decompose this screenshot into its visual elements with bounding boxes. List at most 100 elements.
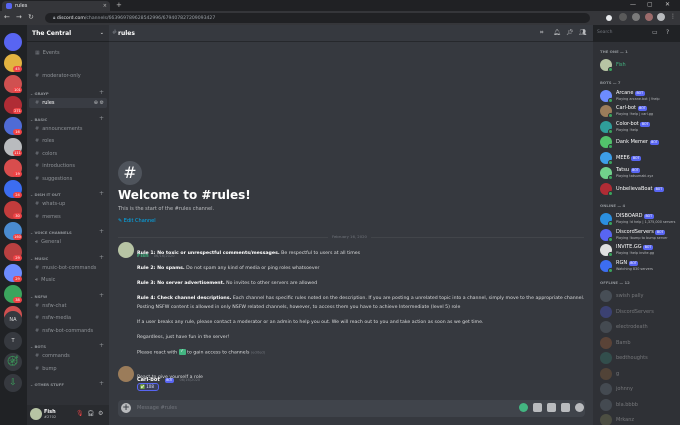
unread-badge: 24 (13, 192, 22, 198)
channel-item-music-bot-commands[interactable]: # music-bot-commands (29, 263, 107, 273)
search-input[interactable]: Search (594, 28, 640, 38)
message-text: Each channel has specific rules noted on… (231, 296, 585, 301)
help-icon[interactable]: ? (666, 29, 669, 36)
category-grayp[interactable]: ⌄ GRAYP (30, 91, 49, 96)
threads-icon[interactable]: ⌗ (540, 29, 543, 37)
unread-badge: 29 (13, 276, 22, 282)
unread-badge: 19 (13, 171, 22, 177)
channel-item-commands[interactable]: # commands (29, 351, 107, 361)
online-status-icon (608, 175, 613, 180)
member-name-text: bla.bbbb (616, 401, 638, 408)
download-apps-icon[interactable]: ⇩ (4, 374, 22, 392)
channel-item-nsfw-chat[interactable]: # nsfw-chat (29, 301, 107, 311)
guild-name: The Central (32, 30, 72, 37)
add-channel-icon[interactable]: + (99, 380, 104, 387)
members-icon[interactable]: 👥︎ (579, 29, 587, 36)
hash-icon: # (35, 315, 40, 321)
channel-item-nsfw-bot-commands[interactable]: # nsfw-bot-commands (29, 326, 107, 336)
member-name: Tatsu BOT (616, 167, 641, 173)
server-icon[interactable]: NA (4, 311, 22, 329)
message-line: Rule 1: No toxic or unrespectful comment… (137, 251, 360, 256)
add-channel-icon[interactable]: + (99, 292, 104, 299)
close-window-icon[interactable]: ✕ (665, 1, 670, 8)
message-line: Regardless, just have fun in the server! (137, 335, 229, 340)
message-avatar[interactable] (118, 366, 134, 382)
events-item[interactable]: ▦ Events (29, 48, 107, 58)
add-channel-icon[interactable]: + (99, 228, 104, 235)
edit-channel-link[interactable]: ✎ Edit Channel (118, 218, 156, 224)
category-label: MUSIC (34, 255, 49, 261)
category-basic[interactable]: ⌄ BASIC (30, 117, 47, 122)
channel-item-introductions[interactable]: # introductions (29, 161, 107, 171)
gift-icon[interactable] (533, 403, 542, 412)
nitro-icon[interactable] (519, 403, 528, 412)
category-label: BOTS (34, 344, 46, 349)
category-dish-it-out[interactable]: ⌄ DISH IT OUT (30, 192, 61, 197)
add-channel-icon[interactable]: + (99, 115, 104, 122)
channel-item-suggestions[interactable]: # suggestions (29, 174, 107, 184)
message-composer[interactable] (118, 400, 585, 417)
channel-item-moderator-only[interactable]: # moderator-only (29, 71, 107, 81)
user-avatar[interactable] (30, 408, 42, 420)
browser-tab-title: rules (15, 3, 28, 9)
channel-item-memes[interactable]: # memes (29, 212, 107, 222)
category-music[interactable]: ⌄ MUSIC (30, 256, 48, 261)
reload-icon[interactable]: ↻ (28, 13, 34, 21)
channel-item-rules[interactable]: # rules ⊕ ⚙ (29, 98, 107, 108)
settings-gear-icon[interactable]: ⚙ (98, 410, 103, 417)
member-name-text: Mrkanz (616, 417, 635, 423)
extension-icon[interactable] (632, 13, 640, 21)
browser-menu-icon[interactable]: ⋮ (670, 13, 676, 20)
server-icon[interactable]: T (4, 332, 22, 350)
extension-icon[interactable] (645, 13, 653, 21)
minimize-icon[interactable]: — (630, 1, 636, 8)
channel-item-music[interactable]: 🔊︎ Music (29, 275, 107, 285)
member-name: Bamb (616, 340, 631, 346)
category-other-stuff[interactable]: ⌄ OTHER STUFF (30, 382, 64, 387)
channel-item-nsfw-media[interactable]: # nsfw-media (29, 313, 107, 323)
gif-icon[interactable] (547, 403, 556, 412)
channel-item-roles[interactable]: # roles (29, 136, 107, 146)
pin-icon[interactable]: 📌︎ (566, 29, 574, 36)
discord-home-icon[interactable] (4, 33, 22, 51)
channel-item-announcements[interactable]: # announcements (29, 124, 107, 134)
add-channel-icon[interactable]: + (99, 190, 104, 197)
add-channel-icon[interactable]: + (99, 254, 104, 261)
browser-tab[interactable]: rules × (2, 1, 110, 11)
headphones-icon[interactable]: 🎧︎ (87, 410, 95, 417)
upload-plus-icon[interactable]: + (121, 403, 131, 413)
emoji-icon[interactable] (575, 403, 584, 412)
add-channel-icon[interactable]: + (99, 89, 104, 96)
tab-close-icon[interactable]: × (103, 3, 107, 9)
bot-tag: BOT (643, 245, 653, 250)
address-bar[interactable]: 🔒︎ discord.com/channels/6639697896285429… (45, 13, 590, 23)
guild-header[interactable]: The Central ⌄ (27, 25, 109, 42)
channel-item-whats-up[interactable]: # whats-up (29, 199, 107, 209)
extension-icon[interactable] (606, 15, 612, 21)
sticker-icon[interactable] (561, 403, 570, 412)
profile-avatar-icon[interactable] (657, 13, 665, 21)
explore-servers-icon[interactable]: 🧭︎ (4, 353, 22, 371)
message-line: Please react with ✓ to gain access to ch… (137, 349, 265, 356)
inbox-icon[interactable]: ▭ (652, 29, 658, 36)
new-tab-button[interactable]: + (116, 1, 122, 9)
bell-icon[interactable]: 🔔︎ (553, 29, 561, 36)
reaction-pill[interactable]: ✅ 108 (137, 383, 159, 391)
message-avatar[interactable] (118, 242, 134, 258)
category-nsfw[interactable]: ⌄ NSFW (30, 294, 47, 299)
channel-item-colors[interactable]: # colors (29, 149, 107, 159)
online-status-icon (608, 128, 613, 134)
back-arrow-icon[interactable]: ← (4, 13, 10, 21)
extension-icon[interactable] (619, 13, 627, 21)
maximize-icon[interactable]: ▢ (647, 1, 653, 8)
category-voice-channels[interactable]: ⌄ VOICE CHANNELS (30, 230, 72, 235)
category-bots[interactable]: ⌄ BOTS (30, 344, 46, 349)
forward-arrow-icon[interactable]: → (16, 13, 22, 21)
hash-icon: # (35, 365, 40, 372)
channel-item-bump[interactable]: # bump (29, 364, 107, 374)
invite-settings-icons[interactable]: ⊕ ⚙ (94, 100, 104, 106)
member-group-header: OFFLINE — 12 (600, 280, 630, 285)
mute-mic-icon[interactable]: 🎙︎ (76, 410, 84, 417)
add-channel-icon[interactable]: + (99, 342, 104, 349)
channel-item-general[interactable]: 🔊︎ General (29, 237, 107, 247)
